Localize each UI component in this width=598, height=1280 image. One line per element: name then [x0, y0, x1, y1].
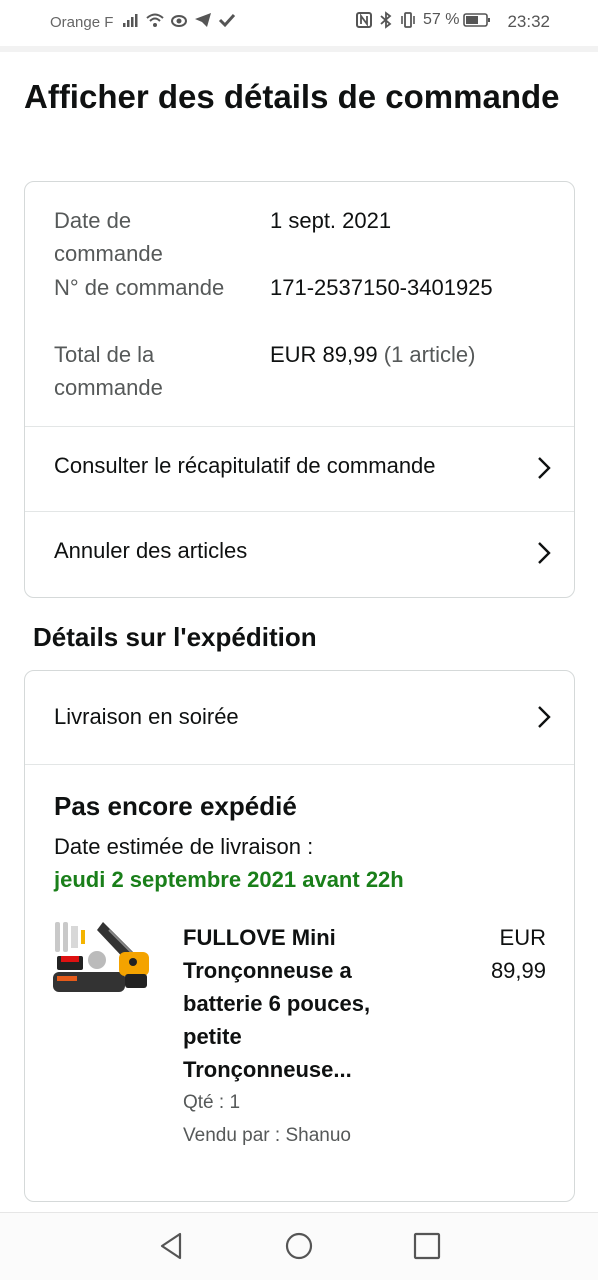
battery-percent: 57 %	[423, 11, 460, 28]
chevron-right-icon	[538, 457, 551, 479]
telegram-icon	[195, 13, 211, 27]
product-seller: Vendu par : Shanuo	[183, 1125, 351, 1146]
view-order-summary-label: Consulter le récapitulatif de commande	[54, 453, 436, 478]
chevron-right-icon	[538, 706, 551, 728]
back-icon[interactable]	[156, 1231, 186, 1261]
order-item-count: (1 article)	[383, 342, 476, 367]
signal-icon	[123, 14, 138, 27]
product-quantity: Qté : 1	[183, 1092, 241, 1113]
status-left-icons	[122, 11, 236, 29]
order-total-label: Total de la commande	[54, 342, 163, 400]
order-date-row: Date de commande 1 sept. 2021	[54, 204, 554, 270]
chevron-right-icon	[538, 542, 551, 564]
bluetooth-icon	[380, 11, 392, 29]
order-number-row: N° de commande 171-2537150-3401925	[54, 271, 554, 337]
order-summary-card: Date de commande 1 sept. 2021 N° de comm…	[24, 181, 575, 598]
home-icon[interactable]	[284, 1231, 314, 1261]
system-nav-bar	[0, 1212, 598, 1280]
product-title[interactable]: FULLOVE Mini Tronçonneuse a batterie 6 p…	[183, 921, 413, 1086]
recents-icon[interactable]	[412, 1231, 442, 1261]
clock: 23:32	[507, 12, 550, 31]
order-date-value: 1 sept. 2021	[270, 208, 392, 233]
eye-icon	[171, 15, 187, 27]
shipping-section-title: Détails sur l'expédition	[33, 622, 317, 652]
order-number-value: 171-2537150-3401925	[270, 275, 493, 300]
order-total-value-wrap: EUR 89,99 (1 article)	[270, 338, 475, 371]
status-bar: Orange F 57 % 23:32	[0, 0, 598, 46]
top-divider	[0, 46, 598, 52]
cancel-items-label: Annuler des articles	[54, 538, 248, 563]
vibrate-icon	[401, 12, 415, 28]
check-icon	[218, 13, 236, 28]
order-date-label: Date de commande	[54, 208, 163, 266]
status-right-icons: 57 %	[355, 11, 491, 29]
carrier-name: Orange F	[50, 14, 114, 31]
delivery-option-label: Livraison en soirée	[54, 704, 239, 729]
product-price: EUR 89,99	[490, 925, 546, 983]
nfc-icon	[356, 12, 372, 28]
product-thumbnail[interactable]	[53, 916, 157, 994]
order-total-value: EUR 89,99	[270, 342, 378, 367]
shipment-status: Pas encore expédié	[54, 791, 297, 821]
order-number-label: N° de commande	[54, 275, 225, 300]
shipping-card: Livraison en soirée Pas encore expédié D…	[24, 670, 575, 1202]
cancel-items-link[interactable]: Annuler des articles	[25, 511, 574, 596]
eta-date: jeudi 2 septembre 2021 avant 22h	[54, 867, 404, 892]
eta-label: Date estimée de livraison :	[54, 834, 314, 859]
view-order-summary-link[interactable]: Consulter le récapitulatif de commande	[25, 426, 574, 511]
delivery-option-link[interactable]: Livraison en soirée	[25, 671, 574, 765]
battery-icon	[463, 13, 491, 27]
order-total-row: Total de la commande EUR 89,99 (1 articl…	[54, 338, 554, 404]
page-title: Afficher des détails de commande	[24, 78, 560, 115]
wifi-icon	[146, 13, 164, 27]
